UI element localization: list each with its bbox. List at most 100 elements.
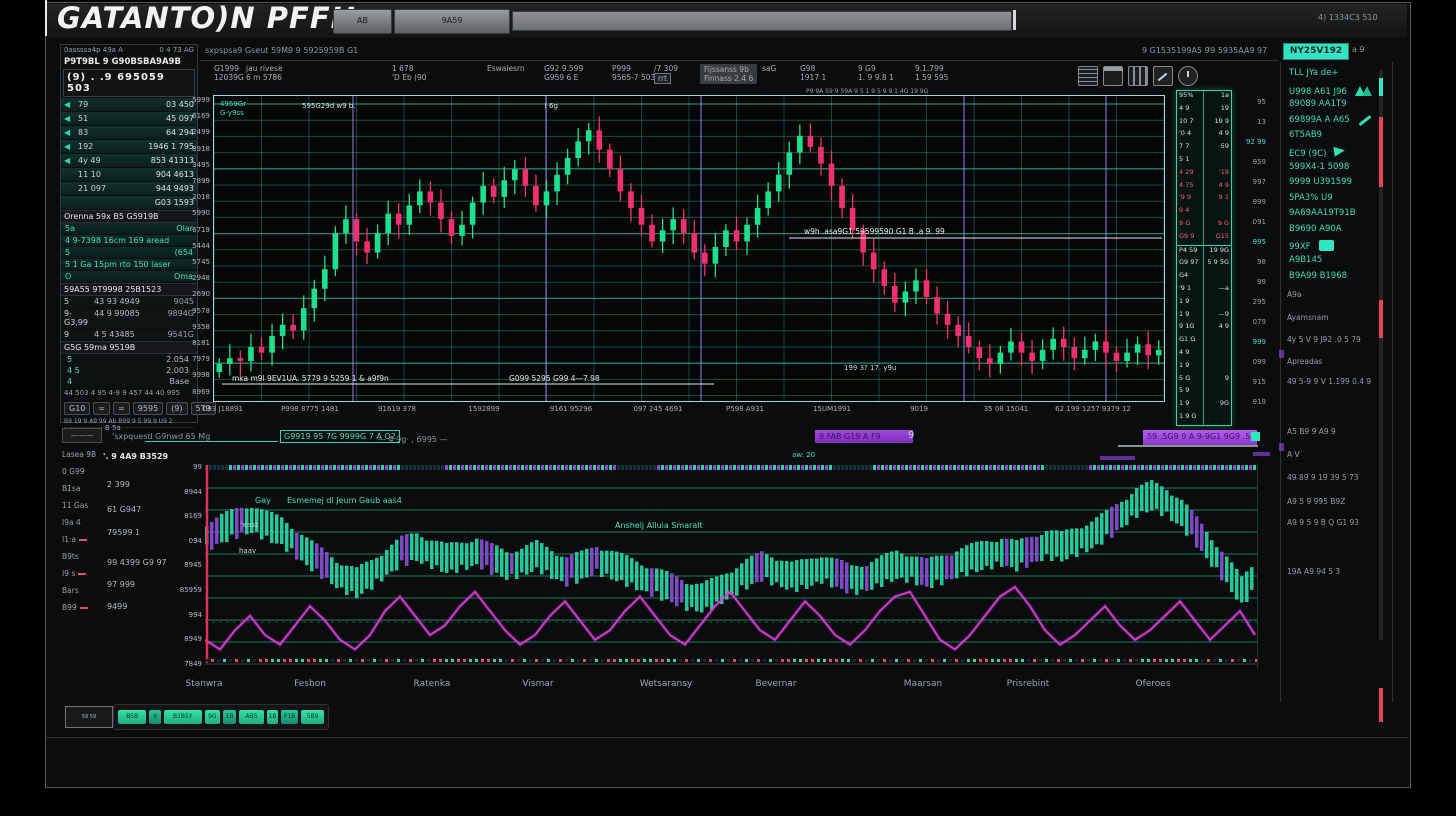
right-info-item[interactable]: A5 B9 9 A9 9 xyxy=(1287,427,1336,436)
tool-menu-item[interactable]: B9690 A90A xyxy=(1289,224,1342,234)
status-chip[interactable]: 9G xyxy=(205,710,220,724)
toolbar-group[interactable]: 9.1.7991 59 595 xyxy=(915,64,948,82)
dom-row[interactable]: 4 9 xyxy=(1177,348,1231,361)
oscillator-chart[interactable]: Gay Esmemej di Jeum Gaub aas4 Anshelj Al… xyxy=(205,463,1258,669)
oscillator-canvas[interactable] xyxy=(205,463,1257,669)
dom-row[interactable]: 9 G9 G xyxy=(1177,219,1231,232)
dom-row[interactable]: 1 9—9 xyxy=(1177,310,1231,323)
dom-row[interactable]: 10 719 9 xyxy=(1177,117,1231,130)
lower-list-item[interactable]: 99 4399 G9 97 xyxy=(107,558,167,567)
lower-list-item[interactable]: 61 G947 xyxy=(107,505,141,514)
toolbar-group[interactable]: 9 G91. 9 9.8 1 xyxy=(858,64,894,82)
dom-row[interactable]: G9 9G15 xyxy=(1177,232,1231,245)
right-info-item[interactable]: A9 5 9 995 B9Z xyxy=(1287,497,1345,506)
right-info-item[interactable]: A9a xyxy=(1287,290,1302,299)
titlebar-button-1[interactable]: AB xyxy=(333,9,392,34)
clock-icon[interactable] xyxy=(1178,66,1198,86)
tool-menu-item[interactable]: 6T5AB9 xyxy=(1289,130,1322,140)
main-chart[interactable]: 4959Gr G-y9ss 595G29d w9 b. ! 6g w9h .as… xyxy=(213,95,1165,402)
status-chip[interactable]: AB5 xyxy=(239,710,264,724)
toolbar-group[interactable]: P9999565-7 503 xyxy=(612,64,655,82)
tool-menu-item[interactable]: TLL JYa de+ xyxy=(1289,68,1339,78)
purple-tag-caret[interactable]: 9 xyxy=(908,430,914,441)
tool-menu-item[interactable]: 99XF xyxy=(1289,240,1334,252)
main-chart-canvas[interactable] xyxy=(214,96,1164,401)
sidebar-button[interactable]: G10 xyxy=(64,402,90,415)
status-chip[interactable]: B1B5Y xyxy=(164,710,202,724)
toolbar-group[interactable]: G92 9.599G959 6 E xyxy=(544,64,583,82)
toolbar-group[interactable]: 1 678'D Eb (90 xyxy=(392,64,427,82)
mini-list-item[interactable]: I9 s xyxy=(62,565,102,582)
status-chip[interactable]: 5B9 xyxy=(301,710,324,724)
tool-menu-item[interactable]: 89089 AA1T9 xyxy=(1289,99,1347,109)
titlebar-button-2[interactable]: 9A59 xyxy=(394,9,510,34)
toolbar-group[interactable]: saG xyxy=(762,64,776,73)
lower-list-item[interactable]: 2 399 xyxy=(107,480,130,489)
dom-row[interactable]: 1 9 xyxy=(1177,361,1231,374)
status-chip[interactable]: F1B xyxy=(281,710,298,724)
mini-list-item[interactable]: Bars xyxy=(62,582,102,599)
mini-list-item[interactable]: B9ts xyxy=(62,548,102,565)
right-scrollbar-red-segment-3[interactable] xyxy=(1379,688,1383,722)
lower-list-item[interactable]: 79599 1 xyxy=(107,528,140,537)
tool-menu-item[interactable]: B9A99 B1968 xyxy=(1289,271,1347,281)
mini-list-item[interactable]: 0 G99 xyxy=(62,463,102,480)
mini-list-item[interactable]: 11 Gas xyxy=(62,497,102,514)
toolbar-group[interactable]: G981917 1 xyxy=(800,64,826,82)
dom-row[interactable]: '9 99 1 xyxy=(1177,193,1231,206)
sidebar-button[interactable]: 9595 xyxy=(133,402,163,415)
tool-menu-item[interactable]: 5PA3% U9 xyxy=(1289,193,1333,203)
dom-row[interactable]: 5 1 xyxy=(1177,155,1231,168)
dropdown-side-icons[interactable]: a 9 xyxy=(1352,45,1365,54)
toolbar-group[interactable]: Fijssanss 9bFinnass 2.4 6 xyxy=(700,64,757,84)
dom-row[interactable]: 5 G9 xyxy=(1177,374,1231,387)
dom-row[interactable]: P4 5919 9G xyxy=(1177,245,1231,259)
tool-menu-item[interactable]: 9999 U391599 xyxy=(1289,177,1352,187)
columns-icon[interactable] xyxy=(1128,66,1148,86)
dom-row[interactable]: 4 29'19 xyxy=(1177,168,1231,181)
dom-row[interactable]: G4 xyxy=(1177,271,1231,284)
sidebar-button[interactable]: = xyxy=(113,402,130,415)
tool-menu-item[interactable]: A9B145 xyxy=(1289,255,1322,265)
right-info-item[interactable]: A9 9 5 9 B Q G1 93 xyxy=(1287,518,1359,527)
toolbar-group[interactable]: Eswalesrn xyxy=(487,64,525,73)
mini-list-item[interactable]: B99 xyxy=(62,599,102,616)
right-info-item[interactable]: 49 89 9 19 39 5 73 xyxy=(1287,473,1359,482)
mini-list-item[interactable]: Lasea 9B xyxy=(62,446,102,463)
status-chip[interactable]: 1B xyxy=(223,710,236,724)
sidebar-button[interactable]: = xyxy=(93,402,110,415)
right-info-item[interactable]: 49 5-9 9 V 1.199 0.4 9 xyxy=(1287,377,1371,386)
header-right-label-1[interactable]: 9 G1535199A5 9 xyxy=(1142,46,1210,55)
mini-list-item[interactable]: ——— xyxy=(62,428,102,443)
toolbar-group[interactable]: G199912039G xyxy=(214,64,244,82)
right-scrollbar-red-segment-1[interactable] xyxy=(1379,117,1383,187)
dom-row[interactable]: '0 44 9 xyxy=(1177,129,1231,142)
dom-row[interactable]: 9 4 xyxy=(1177,206,1231,219)
dom-row[interactable]: 1 99G xyxy=(1177,399,1231,412)
dom-row[interactable]: 4 919 xyxy=(1177,104,1231,117)
lower-list-item[interactable]: 9499 xyxy=(107,602,127,611)
dom-row[interactable]: G9 975 9 5G xyxy=(1177,258,1231,271)
dom-row[interactable]: 95%1a xyxy=(1177,91,1231,104)
purple-tag-1[interactable]: 9 FAB G19 A F9 xyxy=(815,430,913,443)
symbol-dropdown[interactable]: NY25V192 xyxy=(1283,43,1349,60)
dom-row[interactable]: 1 9 xyxy=(1177,297,1231,310)
depth-of-market-panel[interactable]: 95%1a4 91910 719 9'0 44 97 7595 14 29'19… xyxy=(1176,90,1232,426)
status-chip[interactable]: B5B xyxy=(118,710,146,724)
dom-row[interactable]: 4 754 9 xyxy=(1177,181,1231,194)
tool-menu-item[interactable]: U998 A61 J96 xyxy=(1289,84,1371,97)
dom-row[interactable]: 1 9 G xyxy=(1177,412,1231,425)
status-chip[interactable]: 1B xyxy=(267,710,278,724)
right-scrollbar-teal-segment[interactable] xyxy=(1379,78,1383,96)
purple-tag-2[interactable]: 59 .5G9 9 A 9-9G1 9G9 .5 xyxy=(1143,430,1257,445)
lower-list-item[interactable]: 97 999 xyxy=(107,580,135,589)
right-info-item[interactable]: A V xyxy=(1287,450,1300,459)
mini-list-item[interactable]: I1:a xyxy=(62,531,102,548)
right-info-item[interactable]: 4y 5 V 9 J92 .0 5 79 xyxy=(1287,335,1361,344)
dom-row[interactable]: 7 759 xyxy=(1177,142,1231,155)
right-info-item[interactable]: Ayamsnam xyxy=(1287,313,1329,322)
grid-icon[interactable] xyxy=(1078,66,1098,86)
right-info-item[interactable]: Apreadas xyxy=(1287,357,1322,366)
mini-list-item[interactable]: B1sa xyxy=(62,480,102,497)
header-right-label-2[interactable]: '9 5935AA9 97 xyxy=(1208,46,1267,55)
